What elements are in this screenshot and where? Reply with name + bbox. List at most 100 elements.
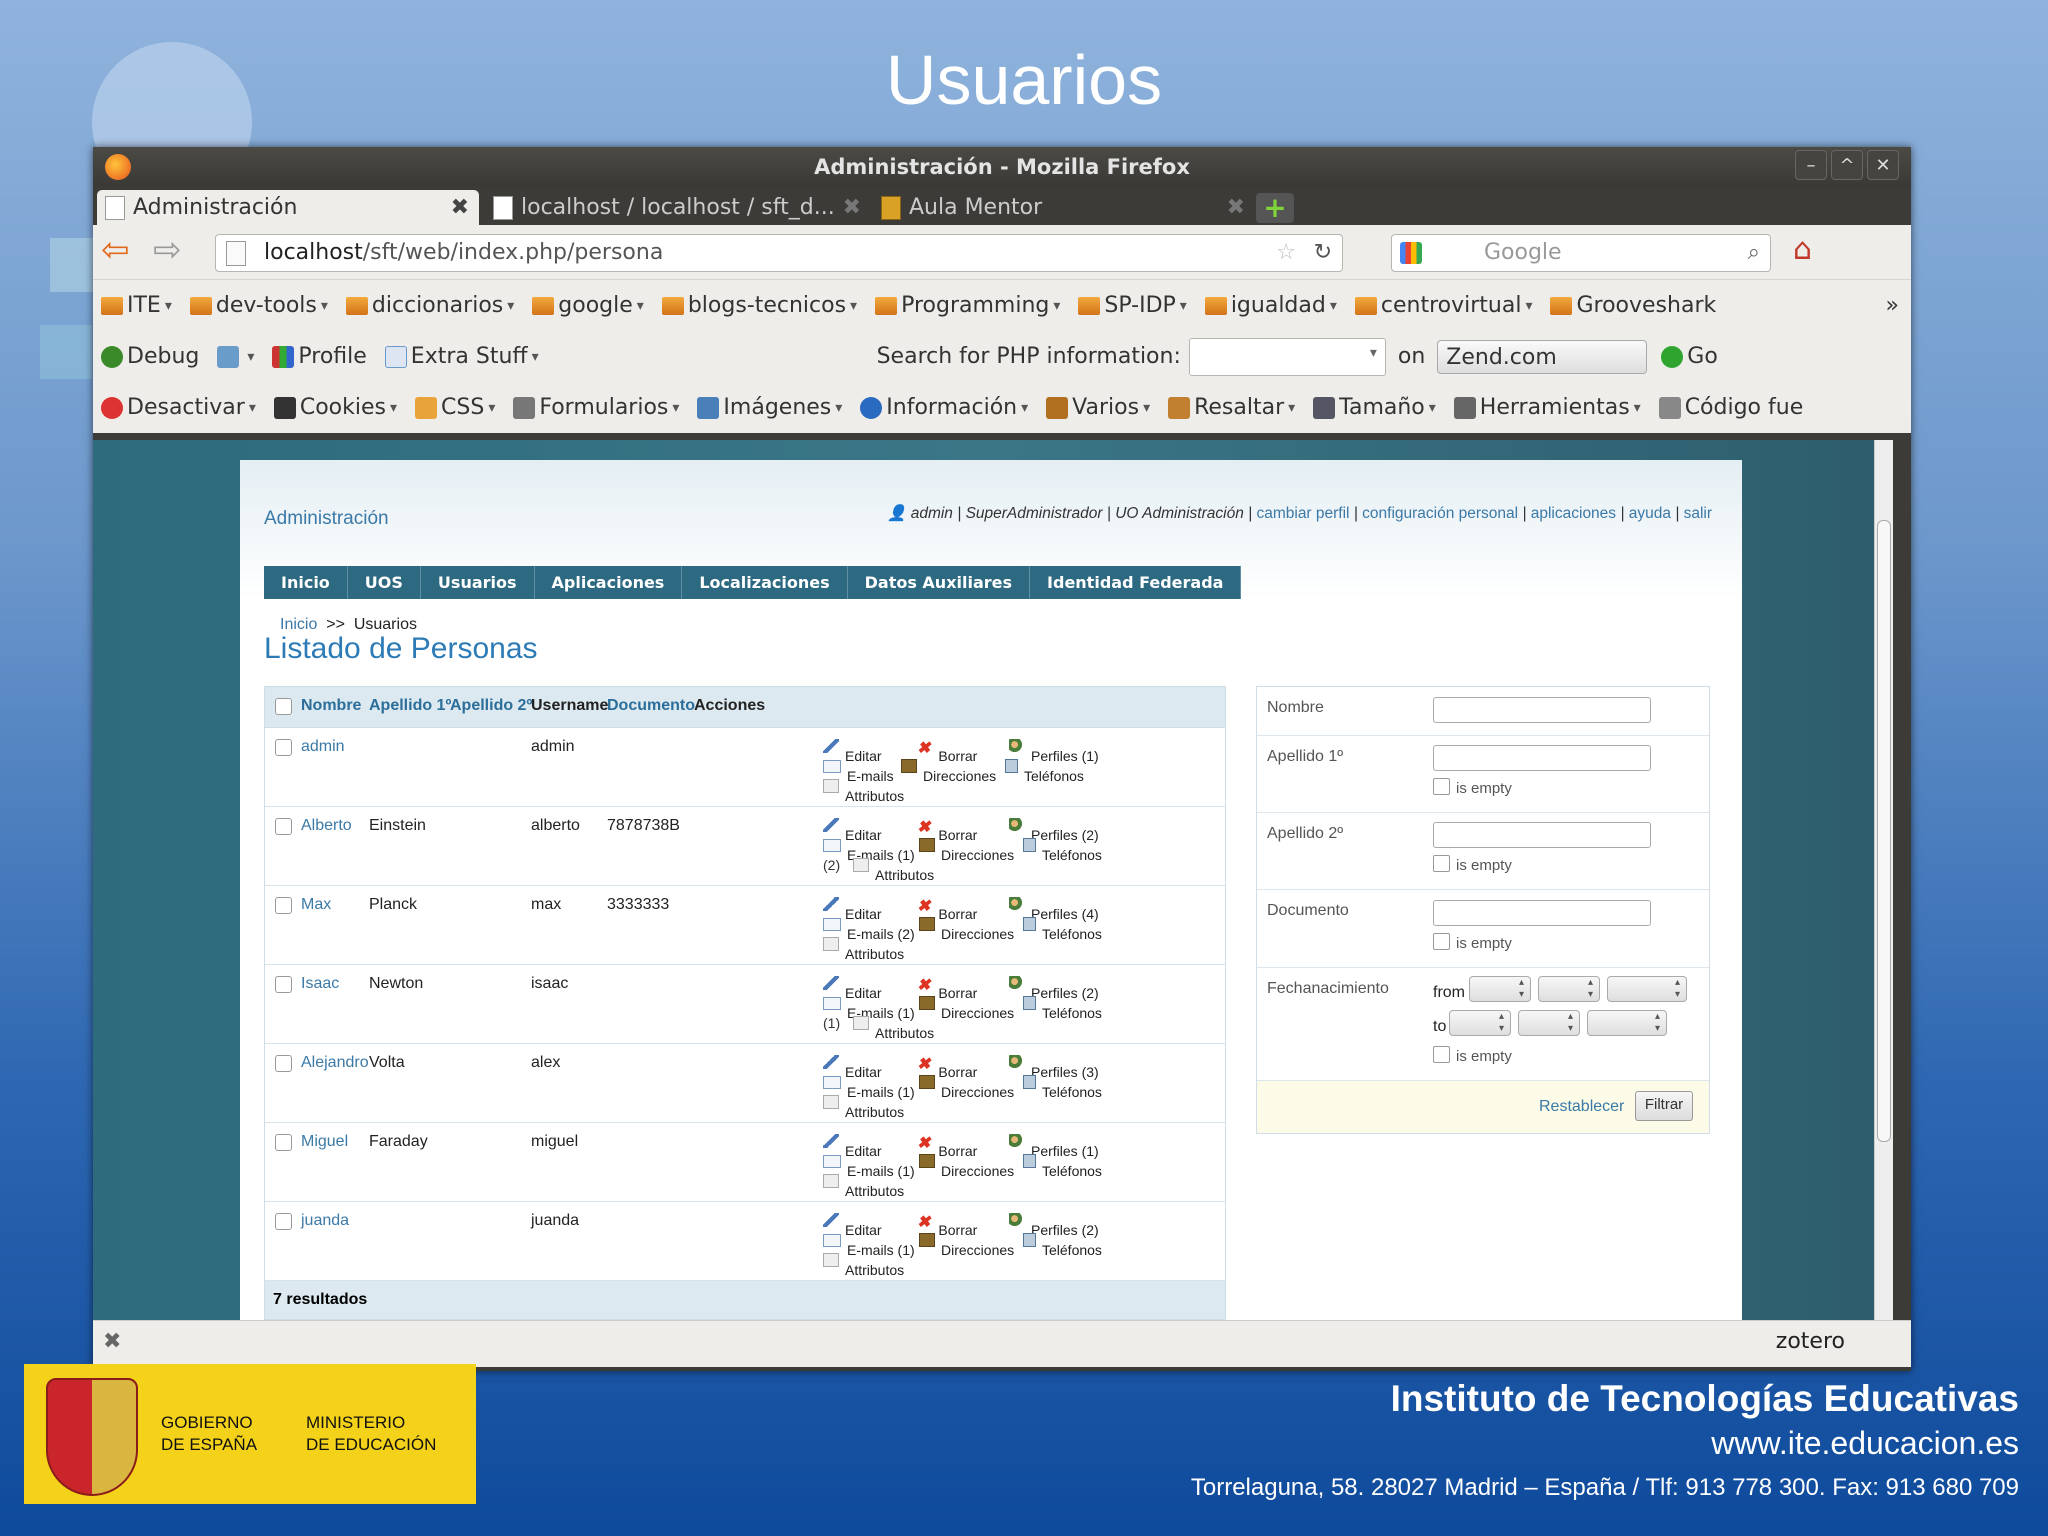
emails-link[interactable]: E-mails (2) xyxy=(823,914,915,942)
addresses-link[interactable]: Direcciones xyxy=(919,835,1014,863)
menu-localizaciones[interactable]: Localizaciones xyxy=(682,566,848,599)
menu-usuarios[interactable]: Usuarios xyxy=(421,566,535,599)
tab-aula-mentor[interactable]: Aula Mentor ✖ xyxy=(873,190,1255,225)
row-checkbox[interactable] xyxy=(275,976,292,993)
webdev-menu-item[interactable]: Código fue xyxy=(1658,395,1803,420)
search-bar[interactable]: Google ⌕ xyxy=(1391,234,1771,272)
minimize-button[interactable]: – xyxy=(1795,150,1827,180)
profiles-link[interactable]: Perfiles (1) xyxy=(1009,1131,1099,1159)
header-nombre[interactable]: Nombre xyxy=(301,697,361,715)
to-year-select[interactable]: ▴ ▾ xyxy=(1587,1010,1667,1036)
reload-icon[interactable]: ↻ xyxy=(1314,235,1332,271)
to-month-select[interactable]: ▴ ▾ xyxy=(1518,1010,1580,1036)
webdev-menu-item[interactable]: Cookies ▾ xyxy=(273,395,397,420)
delete-link[interactable]: ✖ Borrar xyxy=(917,1210,977,1238)
from-day-select[interactable]: ▴ ▾ xyxy=(1469,976,1531,1002)
person-name-link[interactable]: admin xyxy=(301,738,345,756)
delete-link[interactable]: ✖ Borrar xyxy=(917,894,977,922)
phones-link[interactable]: Teléfonos xyxy=(1023,1072,1102,1100)
row-checkbox[interactable] xyxy=(275,1213,292,1230)
phones-link[interactable]: Teléfonos xyxy=(1023,993,1102,1021)
go-button[interactable]: Go xyxy=(1661,344,1718,369)
webdev-menu-item[interactable]: Información ▾ xyxy=(860,395,1028,420)
edit-link[interactable]: Editar xyxy=(823,973,882,1001)
bookmark-folder[interactable]: Grooveshark xyxy=(1550,293,1716,318)
attributes-link[interactable]: Attributos xyxy=(853,1013,934,1041)
bookmark-folder[interactable]: diccionarios ▾ xyxy=(345,293,514,318)
close-icon[interactable]: ✖ xyxy=(103,1329,121,1354)
person-name-link[interactable]: Alejandro xyxy=(301,1054,369,1072)
person-name-link[interactable]: juanda xyxy=(301,1212,349,1230)
filter-apellido1-input[interactable] xyxy=(1433,745,1651,771)
filter-fecha-empty[interactable]: is empty xyxy=(1433,1046,1512,1065)
phones-link[interactable]: Teléfonos xyxy=(1005,756,1084,784)
attributes-link[interactable]: Attributos xyxy=(823,776,904,804)
edit-link[interactable]: Editar xyxy=(823,894,882,922)
profiles-link[interactable]: Perfiles (3) xyxy=(1009,1052,1099,1080)
checkbox[interactable] xyxy=(1433,933,1450,950)
select-all-checkbox[interactable] xyxy=(275,698,292,715)
header-apellido1[interactable]: Apellido 1º xyxy=(369,697,451,715)
url-bar[interactable]: localhost/sft/web/index.php/persona ☆ ↻ xyxy=(215,234,1343,272)
bookmark-star-icon[interactable]: ☆ xyxy=(1276,235,1296,271)
webdev-menu-item[interactable]: Resaltar ▾ xyxy=(1168,395,1295,420)
webdev-menu-item[interactable]: Tamaño ▾ xyxy=(1313,395,1436,420)
bookmark-folder[interactable]: igualdad ▾ xyxy=(1204,293,1337,318)
webdev-menu-item[interactable]: Varios ▾ xyxy=(1046,395,1150,420)
delete-link[interactable]: ✖ Borrar xyxy=(917,736,977,764)
attributes-link[interactable]: Attributos xyxy=(823,1171,904,1199)
emails-link[interactable]: E-mails (1) xyxy=(823,835,915,863)
delete-link[interactable]: ✖ Borrar xyxy=(917,815,977,843)
filter-apellido1-empty[interactable]: is empty xyxy=(1433,778,1512,797)
addresses-link[interactable]: Direcciones xyxy=(901,756,996,784)
edit-link[interactable]: Editar xyxy=(823,1131,882,1159)
addresses-link[interactable]: Direcciones xyxy=(919,914,1014,942)
new-tab-button[interactable]: + xyxy=(1256,193,1294,223)
filter-button[interactable]: Filtrar xyxy=(1635,1091,1693,1121)
search-icon[interactable]: ⌕ xyxy=(1748,235,1760,271)
close-window-button[interactable]: ✕ xyxy=(1867,150,1899,180)
header-apellido2[interactable]: Apellido 2º xyxy=(450,697,532,715)
logout-link[interactable]: salir xyxy=(1684,505,1712,522)
phones-link[interactable]: Teléfonos xyxy=(1023,1151,1102,1179)
attributes-link[interactable]: Attributos xyxy=(823,1250,904,1278)
row-checkbox[interactable] xyxy=(275,897,292,914)
header-documento[interactable]: Documento xyxy=(607,697,695,715)
profiles-link[interactable]: Perfiles (2) xyxy=(1009,815,1099,843)
profile-button[interactable]: Profile xyxy=(272,344,367,369)
tab-localhost[interactable]: localhost / localhost / sft_d... ✖ xyxy=(485,190,871,225)
bookmark-folder[interactable]: blogs-tecnicos ▾ xyxy=(661,293,857,318)
from-month-select[interactable]: ▴ ▾ xyxy=(1538,976,1600,1002)
extra-stuff-button[interactable]: Extra Stuff ▾ xyxy=(384,344,539,369)
person-name-link[interactable]: Max xyxy=(301,896,331,914)
php-search-input[interactable]: ▾ xyxy=(1188,337,1386,376)
webdev-menu-item[interactable]: Formularios ▾ xyxy=(513,395,679,420)
bookmark-folder[interactable]: centrovirtual ▾ xyxy=(1354,293,1532,318)
menu-uos[interactable]: UOS xyxy=(348,566,421,599)
webdev-menu-item[interactable]: CSS ▾ xyxy=(415,395,495,420)
bookmark-folder[interactable]: dev-tools ▾ xyxy=(189,293,328,318)
filter-nombre-input[interactable] xyxy=(1433,697,1651,723)
webdev-menu-item[interactable]: Herramientas ▾ xyxy=(1453,395,1641,420)
scrollbar-thumb[interactable] xyxy=(1877,520,1891,1142)
menu-inicio[interactable]: Inicio xyxy=(264,566,348,599)
emails-link[interactable]: E-mails xyxy=(823,756,894,784)
bookmark-folder[interactable]: ITE ▾ xyxy=(101,293,172,318)
profiles-link[interactable]: Perfiles (2) xyxy=(1009,973,1099,1001)
more-bookmarks-icon[interactable]: » xyxy=(1886,293,1899,318)
person-name-link[interactable]: Isaac xyxy=(301,975,339,993)
menu-datos-auxiliares[interactable]: Datos Auxiliares xyxy=(848,566,1031,599)
emails-link[interactable]: E-mails (1) xyxy=(823,1072,915,1100)
profiles-link[interactable]: Perfiles (1) xyxy=(1009,736,1099,764)
attributes-link[interactable]: Attributos xyxy=(853,855,934,883)
delete-link[interactable]: ✖ Borrar xyxy=(917,1131,977,1159)
attributes-link[interactable]: Attributos xyxy=(823,934,904,962)
profiles-link[interactable]: Perfiles (4) xyxy=(1009,894,1099,922)
filter-apellido2-empty[interactable]: is empty xyxy=(1433,855,1512,874)
tab-administracion[interactable]: Administración ✖ xyxy=(97,190,479,225)
site-select[interactable]: Zend.com xyxy=(1437,339,1648,374)
menu-aplicaciones[interactable]: Aplicaciones xyxy=(535,566,683,599)
webdev-menu-item[interactable]: Desactivar ▾ xyxy=(101,395,256,420)
zotero-button[interactable]: zotero xyxy=(1776,1329,1845,1354)
maximize-button[interactable]: ^ xyxy=(1831,150,1863,180)
